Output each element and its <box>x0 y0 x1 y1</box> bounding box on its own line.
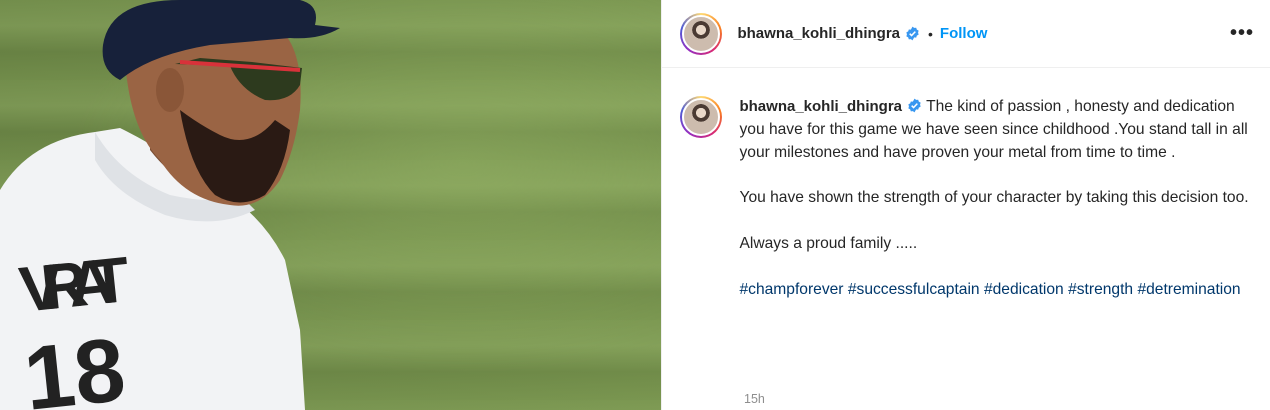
separator-dot: • <box>928 25 933 42</box>
header-username[interactable]: bhawna_kohli_dhingra <box>737 25 900 42</box>
jersey-name-text: VIRAT <box>16 243 133 326</box>
avatar[interactable] <box>680 12 723 55</box>
hashtag-link[interactable]: #strength <box>1068 281 1133 298</box>
caption-text-3: Always a proud family ..... <box>739 235 918 253</box>
hashtag-link[interactable]: #dedication <box>984 281 1064 298</box>
caption-avatar[interactable] <box>680 96 723 138</box>
post-container: VIRAT 18 bhawna_kohli_dhingra • Follow •… <box>0 0 1270 410</box>
caption-verified-badge-icon <box>908 98 921 113</box>
caption-hashtags: #champforever #successfulcaptain #dedica… <box>739 279 1249 302</box>
hashtag-link[interactable]: #champforever <box>739 281 843 298</box>
follow-button[interactable]: Follow <box>940 25 988 42</box>
player-illustration: VIRAT 18 <box>0 0 340 410</box>
post-header: bhawna_kohli_dhingra • Follow ••• <box>662 0 1270 68</box>
verified-badge-icon <box>906 26 919 41</box>
caption-text-2: You have shown the strength of your char… <box>739 189 1249 207</box>
caption-username[interactable]: bhawna_kohli_dhingra <box>739 98 902 115</box>
post-timestamp[interactable]: 15h <box>744 392 765 406</box>
hashtag-link[interactable]: #successfulcaptain <box>848 281 980 298</box>
hashtag-link[interactable]: #detremination <box>1137 281 1240 298</box>
jersey-number-text: 18 <box>20 320 130 410</box>
post-caption: bhawna_kohli_dhingra The kind of passion… <box>662 68 1270 302</box>
post-image[interactable]: VIRAT 18 <box>0 0 662 410</box>
more-options-icon[interactable]: ••• <box>1230 22 1254 45</box>
post-side-panel: bhawna_kohli_dhingra • Follow ••• bhawna… <box>661 0 1270 410</box>
caption-body: bhawna_kohli_dhingra The kind of passion… <box>739 96 1249 302</box>
